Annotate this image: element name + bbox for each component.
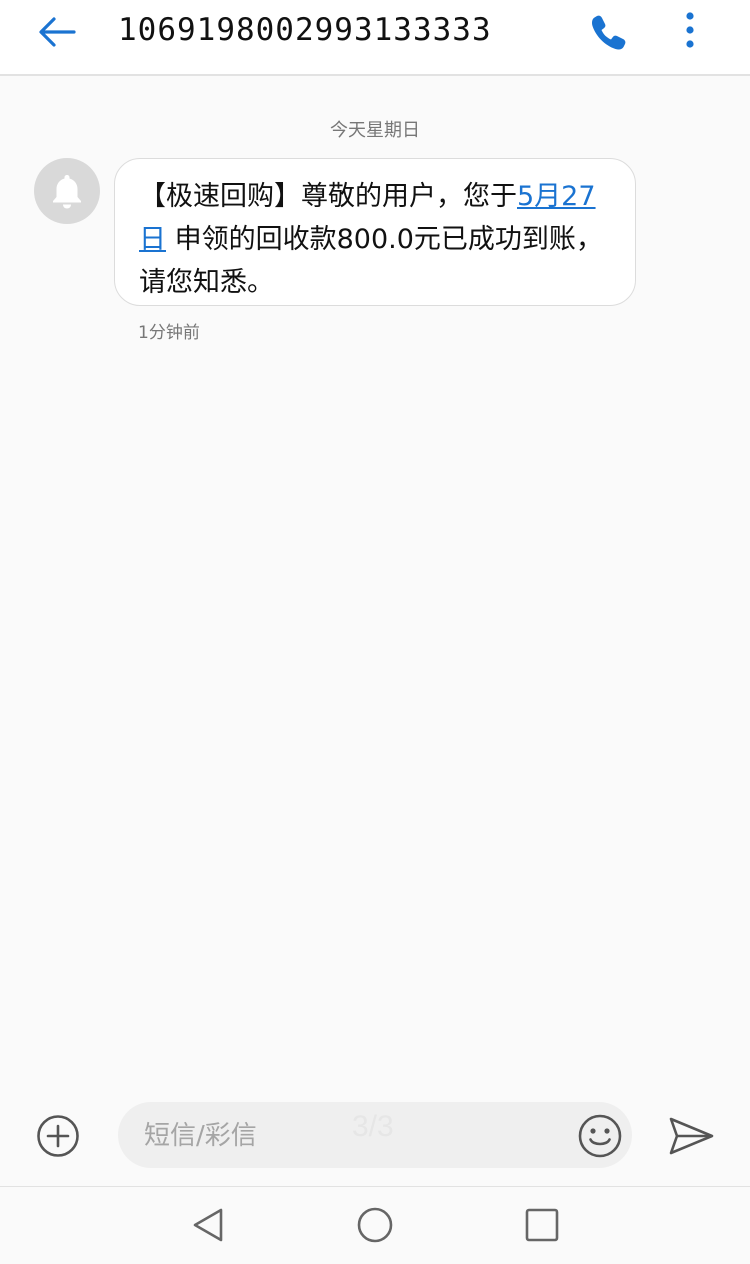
message-bubble[interactable]: 【极速回购】尊敬的用户，您于5月27日 申领的回收款800.0元已成功到账，请您… [114, 158, 636, 306]
phone-icon[interactable] [584, 8, 632, 56]
nav-recent-square-icon[interactable] [524, 1207, 560, 1243]
nav-home-circle-icon[interactable] [356, 1206, 394, 1244]
send-icon[interactable] [666, 1114, 716, 1158]
message-timestamp: 1分钟前 [138, 323, 200, 343]
nav-back-triangle-icon[interactable] [190, 1206, 226, 1244]
conversation-title: 1069198002993133333 [118, 12, 492, 48]
back-arrow-icon[interactable] [34, 8, 82, 56]
message-input[interactable] [142, 1112, 566, 1160]
message-text-after: 申领的回收款800.0元已成功到账，请您知悉。 [139, 224, 603, 298]
message-text-before: 【极速回购】尊敬的用户，您于 [139, 181, 517, 212]
smiley-icon[interactable] [576, 1112, 624, 1160]
bell-icon [53, 175, 81, 209]
sender-avatar[interactable] [34, 158, 100, 224]
more-vertical-icon[interactable] [668, 6, 712, 58]
date-separator: 今天星期日 [330, 120, 420, 141]
message-input-container[interactable]: 3/3 [118, 1102, 632, 1168]
top-app-bar: 1069198002993133333 [0, 0, 750, 76]
plus-circle-icon[interactable] [36, 1114, 80, 1158]
